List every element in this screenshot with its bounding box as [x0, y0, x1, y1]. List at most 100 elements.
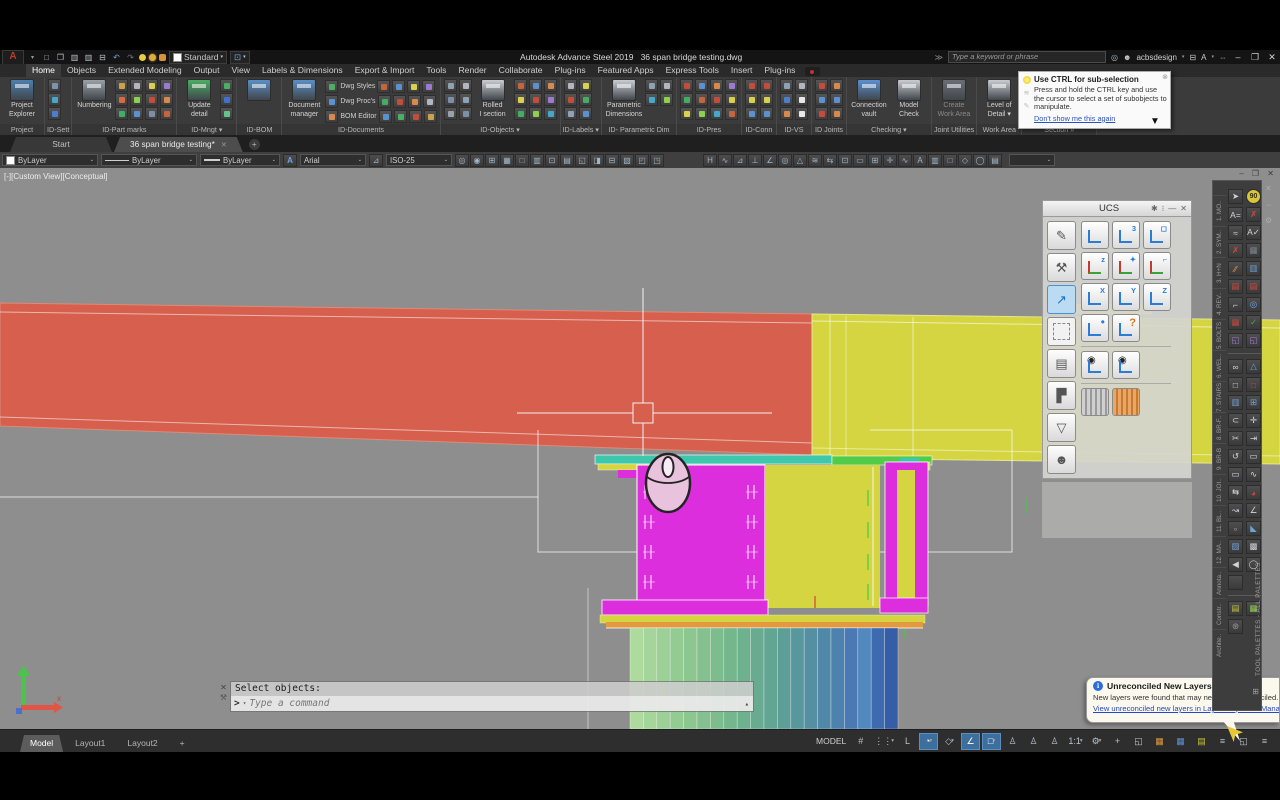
- dock-control-icon[interactable]: ✕: [1265, 184, 1273, 193]
- tool-icon[interactable]: [325, 95, 338, 108]
- tool-icon[interactable]: [459, 93, 472, 106]
- ucs-option-button[interactable]: [1112, 388, 1140, 416]
- palette-tab-4-rev-[interactable]: 4. REV..: [1213, 288, 1226, 319]
- view-tool-icon[interactable]: ▧: [620, 154, 634, 167]
- ucs-palette-titlebar[interactable]: UCS ✱⁝—✕: [1042, 200, 1192, 217]
- approx-icon[interactable]: ≈: [1228, 225, 1243, 240]
- ribbon-tab-plug-ins[interactable]: Plug-ins: [549, 64, 592, 77]
- viewport-label[interactable]: [-][Custom View][Conceptual]: [4, 172, 107, 181]
- ribbon-tab-view[interactable]: View: [225, 64, 255, 77]
- palette-tab-3-h-n[interactable]: 3. H+N: [1213, 257, 1226, 288]
- tool-palettes-properties-icon[interactable]: ⊞: [1252, 687, 1259, 696]
- account-name[interactable]: acbsdesign: [1136, 53, 1176, 62]
- collapse-icon[interactable]: ⇔: [1219, 53, 1227, 62]
- big-button-icon[interactable]: [240, 79, 278, 103]
- tool-icon[interactable]: [444, 93, 457, 106]
- layout-tab-model[interactable]: Model: [20, 735, 63, 752]
- close-command-icon[interactable]: ✕: [220, 684, 227, 692]
- tool-icon[interactable]: [377, 80, 390, 93]
- tool-icon[interactable]: [795, 93, 808, 106]
- wedge-icon[interactable]: ◀: [1228, 557, 1243, 572]
- view-tool-icon[interactable]: ◉: [470, 154, 484, 167]
- ribbon-tab-plug-ins[interactable]: Plug-ins: [758, 64, 801, 77]
- command-line-window[interactable]: ✕ ⚒ Select objects: > ▾ Type a command ▴: [217, 681, 754, 712]
- fillet-icon[interactable]: ◕: [1246, 485, 1261, 500]
- tool-icon[interactable]: [695, 93, 708, 106]
- search-icon[interactable]: ◎: [1111, 53, 1118, 62]
- move-icon[interactable]: ✛: [1246, 413, 1261, 428]
- doc-red-icon[interactable]: ▤: [1228, 279, 1243, 294]
- tool-icon[interactable]: [444, 79, 457, 92]
- customize-menu-icon[interactable]: ≡: [1255, 733, 1274, 750]
- tool-icon[interactable]: [544, 93, 557, 106]
- tool-icon[interactable]: [48, 107, 61, 120]
- tool-icon[interactable]: [115, 107, 128, 120]
- lineweight-dropdown[interactable]: ByLayer⌄: [200, 154, 280, 166]
- tool-icon[interactable]: [815, 93, 828, 106]
- tool-icon[interactable]: [710, 79, 723, 92]
- tool-icon[interactable]: [544, 107, 557, 120]
- palette-tab-11-bl-[interactable]: 11. BL..: [1213, 505, 1226, 536]
- view-tool-icon[interactable]: ▦: [500, 154, 514, 167]
- rect-icon[interactable]: ▭: [1246, 449, 1261, 464]
- tool-icon[interactable]: [760, 79, 773, 92]
- expand-history-icon[interactable]: ▴: [745, 700, 749, 708]
- tool-icon[interactable]: [760, 93, 773, 106]
- view-tool-icon[interactable]: ⊞: [485, 154, 499, 167]
- pier-top-flange-teal[interactable]: [595, 455, 832, 464]
- abc-check-icon[interactable]: ✓: [1246, 315, 1261, 330]
- magnet-icon[interactable]: ⊂: [1228, 413, 1243, 428]
- palette-tab-1-mo-[interactable]: 1. MO..: [1213, 195, 1226, 226]
- linetype-dropdown[interactable]: ByLayer⌄: [101, 154, 197, 166]
- ribbon-tab-labels-dimensions[interactable]: Labels & Dimensions: [256, 64, 349, 77]
- ucs-option-button[interactable]: z: [1081, 252, 1109, 280]
- plot-icon[interactable]: ⊟: [97, 52, 108, 62]
- tool-icon[interactable]: [780, 93, 793, 106]
- layers-color-icon[interactable]: ▤: [1228, 601, 1243, 616]
- extra-dropdown[interactable]: ⊡▾: [230, 51, 250, 64]
- palette-tab-9-br-b[interactable]: 9. BR-B: [1213, 443, 1226, 474]
- tool-icon[interactable]: [830, 107, 843, 120]
- purple-box-icon[interactable]: ◱: [1228, 333, 1243, 348]
- tool-icon[interactable]: [115, 93, 128, 106]
- empty-dropdown[interactable]: ⌄: [1009, 154, 1055, 166]
- ribbon-tab-insert[interactable]: Insert: [725, 64, 759, 77]
- account-icon[interactable]: ☻: [1123, 53, 1131, 62]
- ucs-titlebar-icon[interactable]: ✕: [1180, 204, 1187, 213]
- tool-icon[interactable]: [130, 107, 143, 120]
- delete-red-icon[interactable]: ✗: [1246, 207, 1261, 222]
- tool-icon[interactable]: [220, 79, 233, 92]
- draw-tool-icon[interactable]: ▥: [928, 154, 942, 167]
- text-equal-icon[interactable]: A=: [1228, 207, 1243, 222]
- swap-icon[interactable]: ⇆: [1228, 485, 1243, 500]
- draw-tool-icon[interactable]: ⊥: [748, 154, 762, 167]
- grid-icon[interactable]: #: [851, 733, 870, 750]
- isolate-objects-icon[interactable]: ◱: [1129, 733, 1148, 750]
- tool-icon[interactable]: [815, 107, 828, 120]
- ucs-option-button[interactable]: ◉: [1081, 351, 1109, 379]
- tool-icon[interactable]: [725, 93, 738, 106]
- corner-icon[interactable]: ▛: [1047, 381, 1076, 410]
- palette-tab-6-wel-[interactable]: 6. WEL..: [1213, 350, 1226, 381]
- tool-icon[interactable]: [780, 79, 793, 92]
- view-tool-icon[interactable]: ◰: [635, 154, 649, 167]
- tool-icon[interactable]: [130, 93, 143, 106]
- app-store-cart-icon[interactable]: ⊟: [1189, 53, 1196, 62]
- square-gray-icon[interactable]: □: [1228, 377, 1243, 392]
- plus-icon[interactable]: +: [1108, 733, 1127, 750]
- tool-icon[interactable]: [459, 107, 472, 120]
- save-as-icon[interactable]: ▥: [83, 52, 94, 62]
- hatch-icon[interactable]: ▨: [1228, 539, 1243, 554]
- draw-tool-icon[interactable]: ∿: [718, 154, 732, 167]
- pier-bottom-flange-magenta[interactable]: [602, 600, 768, 615]
- workspace-gear-icon[interactable]: ⚙▾: [1087, 733, 1106, 750]
- ribbon-row-dwg-styles[interactable]: Dwg Styles: [325, 79, 436, 93]
- command-input[interactable]: > ▾ Type a command ▴: [231, 696, 753, 711]
- table-blue-icon[interactable]: ▥: [1246, 261, 1261, 276]
- tool-icon[interactable]: [514, 79, 527, 92]
- tool-icon[interactable]: [529, 79, 542, 92]
- view-tool-icon[interactable]: ◳: [650, 154, 664, 167]
- layout-tab-layout2[interactable]: Layout2: [117, 735, 167, 752]
- ucs-option-button[interactable]: [1081, 388, 1109, 416]
- ucs-option-button[interactable]: ?: [1112, 314, 1140, 342]
